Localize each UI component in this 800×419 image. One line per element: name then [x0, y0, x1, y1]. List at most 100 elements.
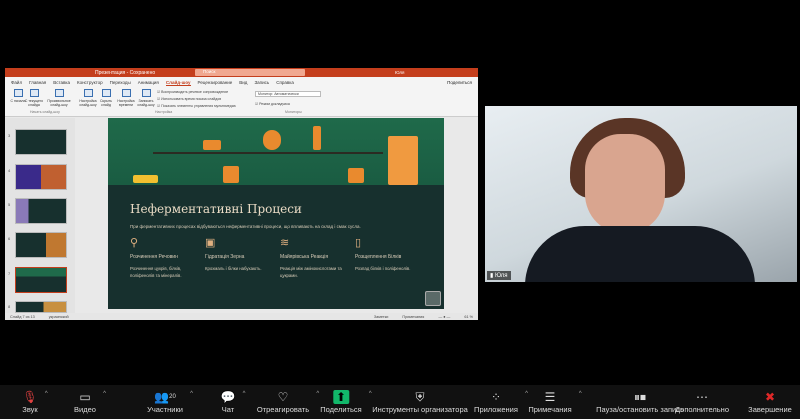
host-tools-button[interactable]: ⛨ Инструменты организатора — [372, 389, 468, 414]
language[interactable]: украинский — [49, 315, 69, 319]
toolbar-label: Звук — [22, 405, 38, 414]
mute-icon: 🎙 — [22, 390, 38, 404]
document-title: Презентация - Сохранено — [95, 69, 156, 76]
slide-column: ≋ Майярівська Реакція Реакція між амінокис… — [280, 236, 354, 279]
group-label: Настройка — [155, 110, 173, 114]
slide-thumbnail-selected[interactable] — [15, 267, 67, 293]
notes-icon: ☰ — [544, 390, 556, 404]
ribbon-tab[interactable]: Запись — [254, 80, 269, 86]
zoom-slider[interactable]: — ● — — [438, 315, 450, 319]
thumb-number: 7 — [8, 271, 11, 276]
thumb-number: 4 — [8, 168, 11, 173]
title-bar: Презентация - Сохранено Поиск Юля — [5, 68, 478, 77]
custom-show-button[interactable]: Произвольное слайд-шоу — [45, 89, 73, 107]
ribbon-tab[interactable]: Переходы — [110, 80, 131, 86]
chevron-up-icon[interactable]: ^ — [579, 391, 582, 397]
ribbon-tab[interactable]: Вид — [239, 80, 247, 86]
thumb-number: 6 — [8, 236, 11, 241]
column-heading: Розщеплення Білків — [355, 254, 402, 260]
column-text: Розпад білків і поліфенолів. — [355, 266, 411, 271]
hide-slide-button[interactable]: Скрыть слайд — [95, 89, 117, 107]
slide-thumbnail[interactable] — [15, 198, 67, 224]
slide-thumbnail[interactable] — [15, 129, 67, 155]
slide-title: Неферментативні Процеси — [130, 202, 302, 216]
chevron-up-icon[interactable]: ^ — [316, 391, 319, 397]
slide-column: ▯ Розщеплення Білків Розпад білків і поліф… — [355, 236, 429, 272]
chevron-up-icon[interactable]: ^ — [45, 391, 48, 397]
chat-icon: 💬 — [220, 390, 236, 404]
slide-column: ⚲ Розчинення Речовин Розчинення цукрів, бі… — [130, 236, 204, 279]
user-name[interactable]: Юля — [395, 70, 404, 75]
column-text: Розчинення цукрів, білків, поліфенолів т… — [130, 266, 182, 278]
zoom-level[interactable]: 61 % — [464, 315, 473, 319]
checkbox-media-controls[interactable]: ☑ Показать элементы управления мультимед… — [157, 104, 236, 108]
participant-count: 20 — [169, 394, 176, 400]
end-icon: ✖ — [764, 390, 776, 404]
slide-canvas[interactable]: Неферментативні Процеси При ферментативн… — [108, 118, 444, 309]
video-button[interactable]: ▭ Видео ^ — [74, 389, 106, 414]
chevron-up-icon[interactable]: ^ — [190, 391, 193, 397]
toolbar-label: Поделиться — [320, 405, 362, 414]
ribbon-tab[interactable]: Вставка — [53, 80, 70, 86]
toolbar-label: Видео — [74, 405, 96, 414]
slide-thumbnails-pane[interactable]: 3 4 5 6 7 8 — [5, 118, 75, 313]
checkbox-narrations[interactable]: ☑ Воспроизводить речевое сопровождение — [157, 90, 228, 94]
comments-button[interactable]: Примечания — [402, 315, 424, 319]
toolbar-label: Отреагировать — [256, 405, 310, 414]
slide-counter: Слайд 7 из 13 — [10, 314, 35, 319]
checkbox-timings[interactable]: ☑ Использовать время показа слайдов — [157, 97, 221, 101]
mute-button[interactable]: 🎙 Звук ^ — [22, 389, 47, 414]
end-button[interactable]: ✖ Завершение — [748, 389, 792, 414]
slide-thumbnail[interactable] — [15, 164, 67, 190]
host-tools-icon: ⛨ — [415, 390, 425, 404]
video-icon: ▭ — [79, 390, 91, 404]
ribbon-tab[interactable]: Главная — [29, 80, 46, 86]
column-text: Крохмаль і білки набухають. — [205, 266, 262, 271]
toolbar-label: Дополнительно — [675, 405, 729, 414]
chevron-up-icon[interactable]: ^ — [103, 391, 106, 397]
react-button[interactable]: ♡ Отреагировать ^ — [256, 389, 319, 414]
column-heading: Розчинення Речовин — [130, 254, 178, 260]
toolbar-label: Примечания — [528, 405, 572, 414]
record-button[interactable]: Записать слайд-шоу — [135, 89, 157, 107]
thumb-number: 5 — [8, 202, 11, 207]
ribbon-tab[interactable]: Файл — [11, 80, 22, 86]
ribbon-tab[interactable]: Рецензирование — [198, 80, 233, 86]
slide-thumbnail[interactable] — [15, 301, 67, 313]
notes-button[interactable]: ☰ Примечания ^ — [528, 389, 581, 414]
more-button[interactable]: ⋯ Дополнительно — [675, 389, 729, 414]
monitor-select[interactable]: Монитор: Автоматически — [255, 91, 321, 97]
status-bar: Слайд 7 из 13 украинский Заметки Примеча… — [5, 313, 478, 320]
participant-name-label: ▮ Юля — [487, 271, 511, 280]
ribbon-tab[interactable]: Справка — [276, 80, 294, 86]
ribbon-tab[interactable]: Слайд-шоу — [165, 80, 191, 86]
document-icon: ▯ — [355, 237, 362, 249]
participants-button[interactable]: 👥20 Участники ^ — [147, 389, 193, 414]
participants-icon: 👥 — [154, 390, 170, 404]
powerpoint-window: Презентация - Сохранено Поиск Юля Файл Гл… — [5, 68, 478, 320]
toolbar-label: Участники — [147, 405, 183, 414]
participant-video[interactable]: ▮ Юля — [485, 106, 797, 282]
notes-button[interactable]: Заметки — [374, 315, 389, 319]
ribbon-tab[interactable]: Анимация — [138, 80, 159, 86]
thumb-number: 3 — [8, 133, 11, 138]
ribbon-tab[interactable]: Конструктор — [77, 80, 103, 86]
slide-illustration — [108, 118, 444, 185]
record-button[interactable]: ⏸⏹ Пауза/остановить запись — [596, 389, 684, 414]
presenter-view-checkbox[interactable]: ☑ Режим докладчика — [255, 102, 290, 106]
chat-button[interactable]: 💬 Чат ^ — [220, 389, 246, 414]
rehearse-timings-button[interactable]: Настройка времени — [115, 89, 137, 107]
search-input[interactable]: Поиск — [195, 69, 305, 76]
ribbon-tabs: Файл Главная Вставка Конструктор Переходы Ани… — [5, 77, 478, 89]
slide-thumbnail[interactable] — [15, 232, 67, 258]
share-button[interactable]: ⬆ Поделиться ^ — [320, 389, 372, 414]
ribbon: Файл Главная Вставка Конструктор Переходы Ани… — [5, 77, 478, 117]
share-button[interactable]: Поделиться — [447, 80, 472, 85]
apps-button[interactable]: ⁘ Приложения ^ — [474, 389, 528, 414]
share-icon: ⬆ — [332, 390, 350, 404]
chevron-up-icon[interactable]: ^ — [243, 391, 246, 397]
column-heading: Майярівська Реакція — [280, 254, 329, 260]
toolbar-label: Приложения — [474, 405, 518, 414]
column-heading: Гідратація Зерна — [205, 254, 245, 260]
from-current-button[interactable]: С текущего слайда — [23, 89, 45, 107]
